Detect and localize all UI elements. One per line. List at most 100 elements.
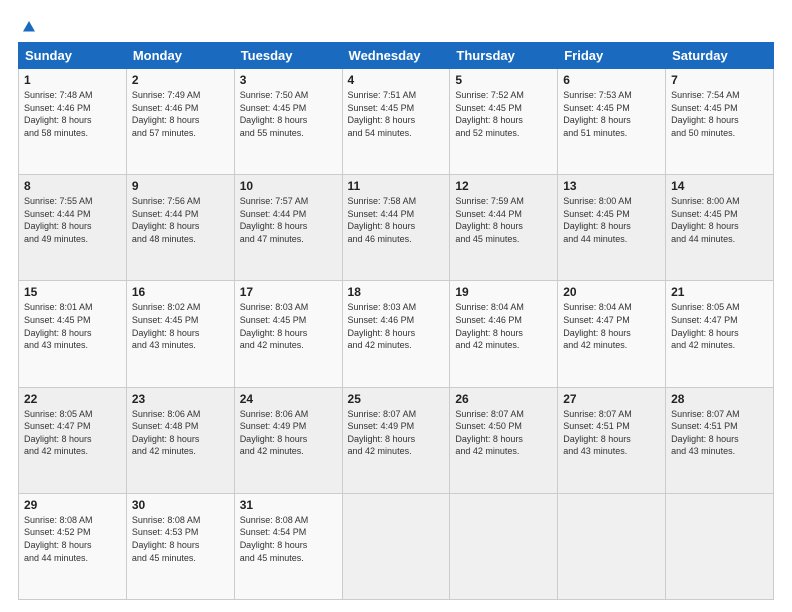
day-cell [342, 493, 450, 599]
day-number: 9 [132, 179, 229, 193]
day-cell [450, 493, 558, 599]
day-info: Sunrise: 7:52 AMSunset: 4:45 PMDaylight:… [455, 90, 524, 138]
day-info: Sunrise: 7:56 AMSunset: 4:44 PMDaylight:… [132, 196, 201, 244]
day-cell: 9 Sunrise: 7:56 AMSunset: 4:44 PMDayligh… [126, 175, 234, 281]
day-info: Sunrise: 7:49 AMSunset: 4:46 PMDaylight:… [132, 90, 201, 138]
day-cell: 19 Sunrise: 8:04 AMSunset: 4:46 PMDaylig… [450, 281, 558, 387]
weekday-header-saturday: Saturday [666, 43, 774, 69]
day-number: 17 [240, 285, 337, 299]
day-number: 6 [563, 73, 660, 87]
weekday-header-tuesday: Tuesday [234, 43, 342, 69]
day-info: Sunrise: 8:01 AMSunset: 4:45 PMDaylight:… [24, 302, 93, 350]
day-info: Sunrise: 8:06 AMSunset: 4:49 PMDaylight:… [240, 409, 309, 457]
day-info: Sunrise: 8:05 AMSunset: 4:47 PMDaylight:… [24, 409, 93, 457]
day-number: 10 [240, 179, 337, 193]
day-cell: 7 Sunrise: 7:54 AMSunset: 4:45 PMDayligh… [666, 69, 774, 175]
day-info: Sunrise: 7:53 AMSunset: 4:45 PMDaylight:… [563, 90, 632, 138]
day-cell: 31 Sunrise: 8:08 AMSunset: 4:54 PMDaylig… [234, 493, 342, 599]
day-info: Sunrise: 8:08 AMSunset: 4:54 PMDaylight:… [240, 515, 309, 563]
day-cell: 10 Sunrise: 7:57 AMSunset: 4:44 PMDaylig… [234, 175, 342, 281]
day-info: Sunrise: 8:00 AMSunset: 4:45 PMDaylight:… [563, 196, 632, 244]
day-info: Sunrise: 8:03 AMSunset: 4:46 PMDaylight:… [348, 302, 417, 350]
logo [18, 18, 38, 32]
day-info: Sunrise: 8:03 AMSunset: 4:45 PMDaylight:… [240, 302, 309, 350]
day-cell: 2 Sunrise: 7:49 AMSunset: 4:46 PMDayligh… [126, 69, 234, 175]
day-cell: 8 Sunrise: 7:55 AMSunset: 4:44 PMDayligh… [19, 175, 127, 281]
day-info: Sunrise: 8:08 AMSunset: 4:52 PMDaylight:… [24, 515, 93, 563]
day-cell [558, 493, 666, 599]
day-number: 26 [455, 392, 552, 406]
day-info: Sunrise: 7:48 AMSunset: 4:46 PMDaylight:… [24, 90, 93, 138]
day-cell: 14 Sunrise: 8:00 AMSunset: 4:45 PMDaylig… [666, 175, 774, 281]
day-number: 3 [240, 73, 337, 87]
day-cell: 22 Sunrise: 8:05 AMSunset: 4:47 PMDaylig… [19, 387, 127, 493]
weekday-header-wednesday: Wednesday [342, 43, 450, 69]
day-info: Sunrise: 8:07 AMSunset: 4:51 PMDaylight:… [671, 409, 740, 457]
day-cell: 17 Sunrise: 8:03 AMSunset: 4:45 PMDaylig… [234, 281, 342, 387]
day-info: Sunrise: 8:07 AMSunset: 4:51 PMDaylight:… [563, 409, 632, 457]
day-info: Sunrise: 7:58 AMSunset: 4:44 PMDaylight:… [348, 196, 417, 244]
day-cell: 1 Sunrise: 7:48 AMSunset: 4:46 PMDayligh… [19, 69, 127, 175]
day-info: Sunrise: 8:07 AMSunset: 4:50 PMDaylight:… [455, 409, 524, 457]
day-number: 24 [240, 392, 337, 406]
day-cell: 5 Sunrise: 7:52 AMSunset: 4:45 PMDayligh… [450, 69, 558, 175]
day-number: 11 [348, 179, 445, 193]
day-cell: 4 Sunrise: 7:51 AMSunset: 4:45 PMDayligh… [342, 69, 450, 175]
day-number: 14 [671, 179, 768, 193]
day-number: 7 [671, 73, 768, 87]
calendar-table: SundayMondayTuesdayWednesdayThursdayFrid… [18, 42, 774, 600]
day-info: Sunrise: 7:50 AMSunset: 4:45 PMDaylight:… [240, 90, 309, 138]
day-number: 21 [671, 285, 768, 299]
day-info: Sunrise: 7:54 AMSunset: 4:45 PMDaylight:… [671, 90, 740, 138]
day-number: 31 [240, 498, 337, 512]
day-info: Sunrise: 8:05 AMSunset: 4:47 PMDaylight:… [671, 302, 740, 350]
day-number: 20 [563, 285, 660, 299]
day-number: 22 [24, 392, 121, 406]
week-row-4: 22 Sunrise: 8:05 AMSunset: 4:47 PMDaylig… [19, 387, 774, 493]
day-cell: 23 Sunrise: 8:06 AMSunset: 4:48 PMDaylig… [126, 387, 234, 493]
day-info: Sunrise: 7:57 AMSunset: 4:44 PMDaylight:… [240, 196, 309, 244]
weekday-header-friday: Friday [558, 43, 666, 69]
day-cell: 12 Sunrise: 7:59 AMSunset: 4:44 PMDaylig… [450, 175, 558, 281]
day-info: Sunrise: 8:08 AMSunset: 4:53 PMDaylight:… [132, 515, 201, 563]
day-cell: 21 Sunrise: 8:05 AMSunset: 4:47 PMDaylig… [666, 281, 774, 387]
day-info: Sunrise: 8:06 AMSunset: 4:48 PMDaylight:… [132, 409, 201, 457]
day-cell: 3 Sunrise: 7:50 AMSunset: 4:45 PMDayligh… [234, 69, 342, 175]
day-cell: 26 Sunrise: 8:07 AMSunset: 4:50 PMDaylig… [450, 387, 558, 493]
day-info: Sunrise: 8:04 AMSunset: 4:47 PMDaylight:… [563, 302, 632, 350]
weekday-header-monday: Monday [126, 43, 234, 69]
day-cell: 30 Sunrise: 8:08 AMSunset: 4:53 PMDaylig… [126, 493, 234, 599]
day-number: 27 [563, 392, 660, 406]
day-cell: 25 Sunrise: 8:07 AMSunset: 4:49 PMDaylig… [342, 387, 450, 493]
week-row-2: 8 Sunrise: 7:55 AMSunset: 4:44 PMDayligh… [19, 175, 774, 281]
day-number: 30 [132, 498, 229, 512]
day-cell: 16 Sunrise: 8:02 AMSunset: 4:45 PMDaylig… [126, 281, 234, 387]
day-cell: 11 Sunrise: 7:58 AMSunset: 4:44 PMDaylig… [342, 175, 450, 281]
day-info: Sunrise: 8:00 AMSunset: 4:45 PMDaylight:… [671, 196, 740, 244]
day-cell: 28 Sunrise: 8:07 AMSunset: 4:51 PMDaylig… [666, 387, 774, 493]
day-info: Sunrise: 8:02 AMSunset: 4:45 PMDaylight:… [132, 302, 201, 350]
day-number: 25 [348, 392, 445, 406]
day-number: 2 [132, 73, 229, 87]
day-number: 16 [132, 285, 229, 299]
day-number: 29 [24, 498, 121, 512]
day-info: Sunrise: 7:59 AMSunset: 4:44 PMDaylight:… [455, 196, 524, 244]
header [18, 18, 774, 32]
day-number: 15 [24, 285, 121, 299]
day-number: 19 [455, 285, 552, 299]
week-row-3: 15 Sunrise: 8:01 AMSunset: 4:45 PMDaylig… [19, 281, 774, 387]
day-info: Sunrise: 8:07 AMSunset: 4:49 PMDaylight:… [348, 409, 417, 457]
day-number: 1 [24, 73, 121, 87]
day-number: 12 [455, 179, 552, 193]
day-cell: 29 Sunrise: 8:08 AMSunset: 4:52 PMDaylig… [19, 493, 127, 599]
week-row-1: 1 Sunrise: 7:48 AMSunset: 4:46 PMDayligh… [19, 69, 774, 175]
day-number: 18 [348, 285, 445, 299]
day-cell: 13 Sunrise: 8:00 AMSunset: 4:45 PMDaylig… [558, 175, 666, 281]
day-info: Sunrise: 7:51 AMSunset: 4:45 PMDaylight:… [348, 90, 417, 138]
day-number: 28 [671, 392, 768, 406]
day-cell: 15 Sunrise: 8:01 AMSunset: 4:45 PMDaylig… [19, 281, 127, 387]
day-cell: 18 Sunrise: 8:03 AMSunset: 4:46 PMDaylig… [342, 281, 450, 387]
page: SundayMondayTuesdayWednesdayThursdayFrid… [0, 0, 792, 612]
logo-icon [20, 18, 38, 36]
day-number: 13 [563, 179, 660, 193]
